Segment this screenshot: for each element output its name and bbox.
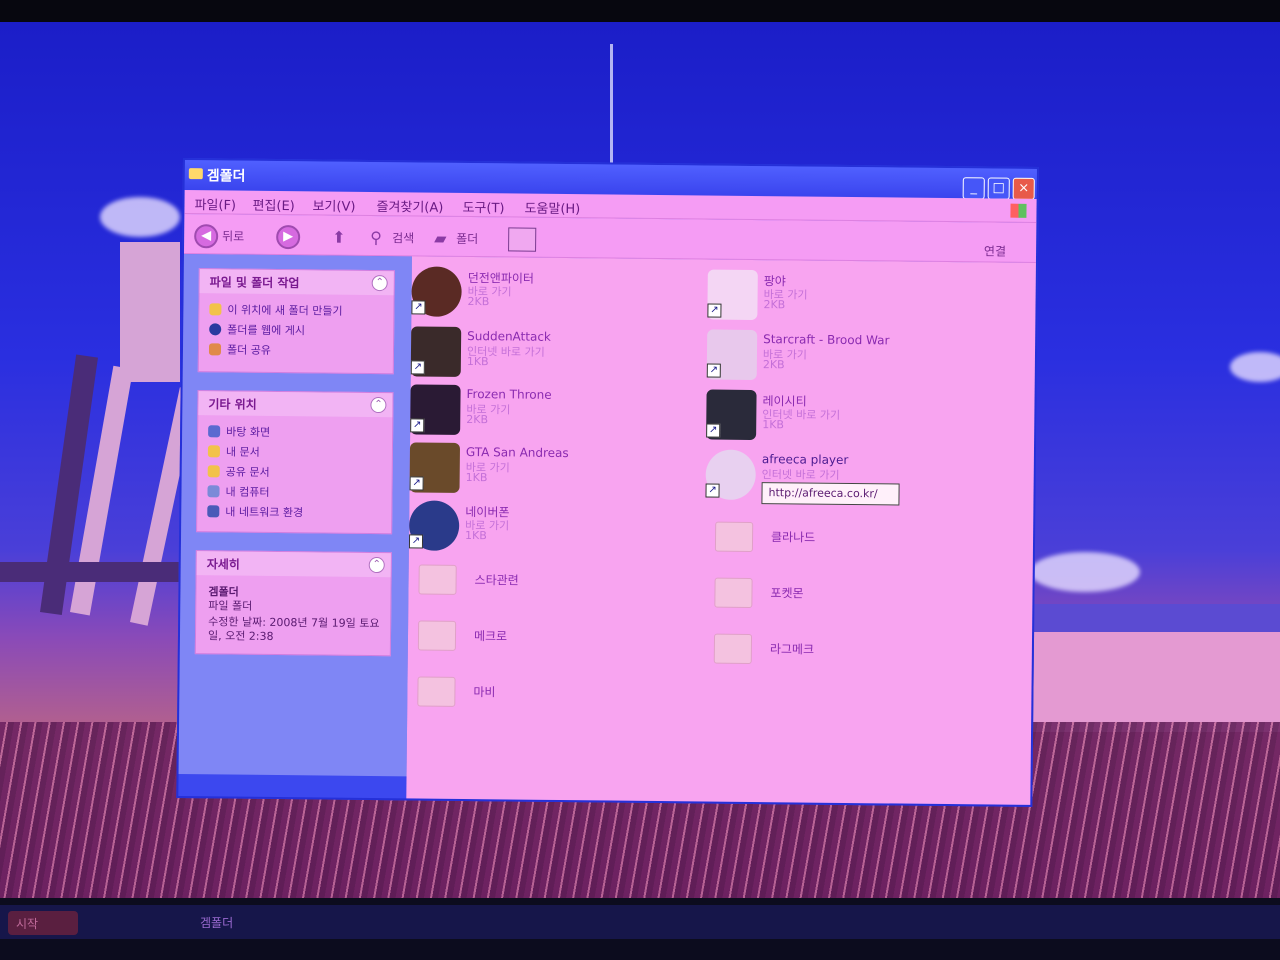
start-button[interactable]: 시작 xyxy=(8,911,78,935)
links-label[interactable]: 연결 xyxy=(984,242,1006,259)
cloud xyxy=(1030,552,1140,592)
place-my-documents[interactable]: 내 문서 xyxy=(207,443,260,460)
window-title: 겜폴더 xyxy=(206,168,246,185)
panel-header[interactable]: 파일 및 폴더 작업 ⌃ xyxy=(199,269,394,296)
folder-icon xyxy=(417,676,456,707)
explorer-window: 겜폴더 _ □ × 파일(F) 편집(E) 보기(V) 즐겨찾기(A) 도구(T… xyxy=(176,158,1039,807)
collapse-chevron-icon[interactable]: ⌃ xyxy=(370,396,387,414)
shortcut-arrow-icon: ↗ xyxy=(410,418,425,433)
share-icon xyxy=(208,343,222,356)
back-arrow-icon[interactable]: ◀ xyxy=(194,224,219,249)
folder-icon xyxy=(713,633,753,664)
panel-header[interactable]: 자세히 ⌃ xyxy=(196,551,391,578)
menu-favorites[interactable]: 즐겨찾기(A) xyxy=(376,196,443,216)
details-modified: 수정한 날짜: 2008년 7월 19일 토요일, 오전 2:38 xyxy=(207,615,380,643)
collapse-chevron-icon[interactable]: ⌃ xyxy=(371,274,388,292)
task-publish-web[interactable]: 폴더를 웹에 게시 xyxy=(209,321,305,338)
desktop-icon xyxy=(208,425,221,438)
task-share-folder[interactable]: 폴더 공유 xyxy=(208,341,271,358)
panel-header[interactable]: 기타 위치 ⌃ xyxy=(198,391,393,418)
sea xyxy=(1015,604,1280,634)
shortcut-arrow-icon: ↗ xyxy=(706,363,721,378)
menu-file[interactable]: 파일(F) xyxy=(194,194,236,213)
back-label[interactable]: 뒤로 xyxy=(222,227,244,244)
folder-item[interactable]: 라그메크 xyxy=(713,626,975,689)
file-item[interactable]: ↗ 레이시티 인터넷 바로 가기 1KB xyxy=(706,389,967,452)
other-places-title: 기타 위치 xyxy=(208,397,257,412)
place-my-computer[interactable]: 내 컴퓨터 xyxy=(207,483,270,500)
shortcut-arrow-icon: ↗ xyxy=(411,300,426,315)
taskbar-item[interactable]: 겜폴더 xyxy=(200,914,380,936)
windows-logo-icon xyxy=(1010,203,1027,218)
monitor-bezel-top xyxy=(0,0,1280,22)
maximize-button[interactable]: □ xyxy=(987,177,1010,200)
shortcut-arrow-icon: ↗ xyxy=(408,534,424,549)
meadow xyxy=(1015,632,1280,732)
file-list: ↗ 던전앤파이터 바로 가기 2KB ↗ SuddenAttack 인터넷 바로… xyxy=(406,256,1036,805)
folder-icon xyxy=(714,577,753,608)
computer-icon xyxy=(207,485,220,498)
url-tooltip: http://afreeca.co.kr/ xyxy=(761,482,900,506)
details-panel: 자세히 ⌃ 겜폴더 파일 폴더 수정한 날짜: 2008년 7월 19일 토요일… xyxy=(194,550,392,657)
file-tasks-title: 파일 및 폴더 작업 xyxy=(209,275,300,291)
menu-help[interactable]: 도움말(H) xyxy=(524,198,580,218)
place-network[interactable]: 내 네트워크 환경 xyxy=(207,503,303,520)
folder-item[interactable]: 마비 xyxy=(417,668,678,731)
folder-icon xyxy=(714,521,754,552)
documents-folder-icon xyxy=(207,445,220,458)
shortcut-arrow-icon: ↗ xyxy=(409,476,424,491)
folder-icon xyxy=(418,564,457,595)
folder-item[interactable]: 클라나드 xyxy=(714,514,976,577)
collapse-chevron-icon[interactable]: ⌃ xyxy=(368,556,385,574)
file-item[interactable]: ↗ 네이버폰 바로 가기 1KB xyxy=(408,500,670,563)
globe-icon xyxy=(209,323,222,336)
shortcut-arrow-icon: ↗ xyxy=(410,360,425,375)
fence-rail xyxy=(0,562,190,582)
file-item[interactable]: ↗ 던전앤파이터 바로 가기 2KB xyxy=(411,266,672,329)
network-icon xyxy=(207,505,220,518)
folder-item[interactable]: 메크로 xyxy=(417,612,679,675)
minimize-button[interactable]: _ xyxy=(962,177,985,200)
shared-folder-icon xyxy=(207,465,220,478)
search-label[interactable]: 검색 xyxy=(392,229,414,246)
new-folder-icon xyxy=(209,303,222,316)
folder-item[interactable]: 포켓몬 xyxy=(714,570,975,633)
file-item[interactable]: ↗ GTA San Andreas 바로 가기 1KB xyxy=(409,442,670,505)
menu-tools[interactable]: 도구(T) xyxy=(462,197,504,216)
place-desktop[interactable]: 바탕 화면 xyxy=(208,423,270,440)
task-pane: 파일 및 폴더 작업 ⌃ 이 위치에 새 폴더 만들기 폴더를 웹에 게시 폴더… xyxy=(178,254,412,777)
folder-item[interactable]: 스타관련 xyxy=(418,556,679,619)
folder-icon xyxy=(188,168,203,180)
file-item[interactable]: ↗ 팡야 바로 가기 2KB xyxy=(707,269,968,333)
other-places-panel: 기타 위치 ⌃ 바탕 화면 내 문서 공유 문서 내 컴퓨터 내 네트워크 환경 xyxy=(196,390,394,535)
shortcut-arrow-icon: ↗ xyxy=(707,303,722,318)
forward-arrow-icon[interactable]: ▶ xyxy=(276,224,301,250)
cloud xyxy=(1230,352,1280,382)
folders-icon[interactable]: ▰ xyxy=(434,229,447,248)
menu-view[interactable]: 보기(V) xyxy=(312,195,355,214)
shortcut-arrow-icon: ↗ xyxy=(706,423,721,438)
place-shared-documents[interactable]: 공유 문서 xyxy=(207,463,270,480)
cloud xyxy=(100,197,180,237)
close-button[interactable]: × xyxy=(1012,177,1035,200)
signboard xyxy=(120,242,180,382)
file-item[interactable]: ↗ SuddenAttack 인터넷 바로 가기 1KB xyxy=(410,326,672,389)
file-item[interactable]: ↗ Frozen Throne 바로 가기 2KB xyxy=(410,384,671,447)
file-tasks-panel: 파일 및 폴더 작업 ⌃ 이 위치에 새 폴더 만들기 폴더를 웹에 게시 폴더… xyxy=(197,268,395,375)
task-new-folder[interactable]: 이 위치에 새 폴더 만들기 xyxy=(209,301,343,318)
monitor-cable xyxy=(610,44,613,182)
details-title: 자세히 xyxy=(206,557,240,572)
shortcut-arrow-icon: ↗ xyxy=(705,483,720,498)
views-button[interactable] xyxy=(508,227,537,252)
folders-label[interactable]: 폴더 xyxy=(456,230,478,247)
taskbar: 시작 겜폴더 xyxy=(0,905,1280,939)
file-item[interactable]: ↗ Starcraft - Brood War 바로 가기 2KB xyxy=(706,329,968,392)
folder-icon xyxy=(417,620,457,651)
details-type: 파일 폴더 xyxy=(208,599,253,613)
search-icon[interactable]: ⚲ xyxy=(370,228,382,247)
up-folder-icon[interactable]: ⬆ xyxy=(332,228,346,247)
menu-edit[interactable]: 편집(E) xyxy=(252,195,294,214)
